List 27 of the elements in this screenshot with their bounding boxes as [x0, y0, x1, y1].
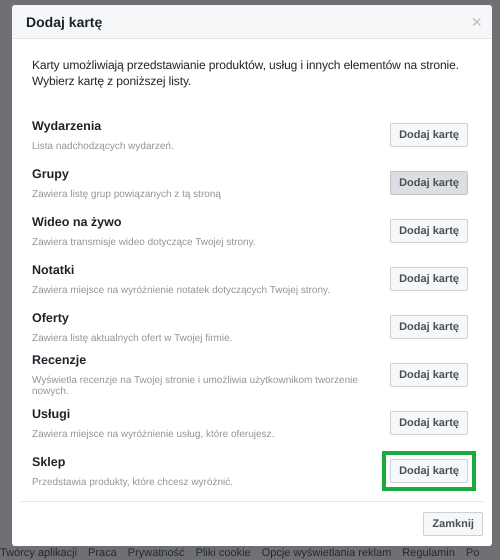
card-name: Recenzje: [32, 353, 88, 367]
add-card-button[interactable]: Dodaj kartę: [390, 363, 468, 387]
card-name: Oferty: [32, 310, 70, 324]
card-description: Zawiera listę aktualnych ofert w Twojej firmie.: [32, 332, 232, 344]
card-description: Zawiera transmisje wideo dotyczące Twojej strony.: [32, 236, 256, 248]
card-description: Lista nadchodzących wydarzeń.: [32, 140, 174, 152]
card-description: Przedstawia produkty, które chcesz wyróżnić.: [32, 476, 234, 488]
add-card-button[interactable]: Dodaj kartę: [390, 315, 468, 339]
add-card-button[interactable]: Dodaj kartę: [390, 267, 468, 291]
card-name: Sklep: [32, 454, 66, 468]
card-description: Wyświetla recenzje na Twojej stronie i umożliwia użytkownikom tworzenie nowych.: [32, 375, 359, 397]
add-card-button[interactable]: Dodaj kartę: [390, 171, 468, 195]
add-card-button[interactable]: Dodaj kartę: [390, 411, 468, 435]
dialog-title: Dodaj kartę: [26, 14, 102, 30]
card-name: Grupy: [32, 166, 70, 180]
add-card-button[interactable]: Dodaj kartę: [390, 459, 468, 483]
card-description: Zawiera miejsce na wyróżnienie usług, które oferujesz.: [32, 428, 274, 440]
add-card-button[interactable]: Dodaj kartę: [390, 123, 468, 147]
card-description: Zawiera miejsce na wyróżnienie notatek dotyczących Twojej strony.: [32, 284, 330, 296]
card-name: Wydarzenia: [32, 118, 102, 132]
add-card-button[interactable]: Dodaj kartę: [390, 219, 468, 243]
card-name: Wideo na żywo: [32, 214, 122, 228]
close-button[interactable]: Zamknij: [423, 512, 483, 536]
card-description: Zawiera listę grup powiązanych z tą stroną: [32, 188, 221, 200]
intro-text: Karty umożliwiają przedstawianie produktów, usług i innych elementów na stronie. Wybierz kartę z poniższej listy.: [32, 57, 460, 89]
card-name: Notatki: [32, 262, 76, 276]
card-name: Usługi: [32, 406, 72, 420]
